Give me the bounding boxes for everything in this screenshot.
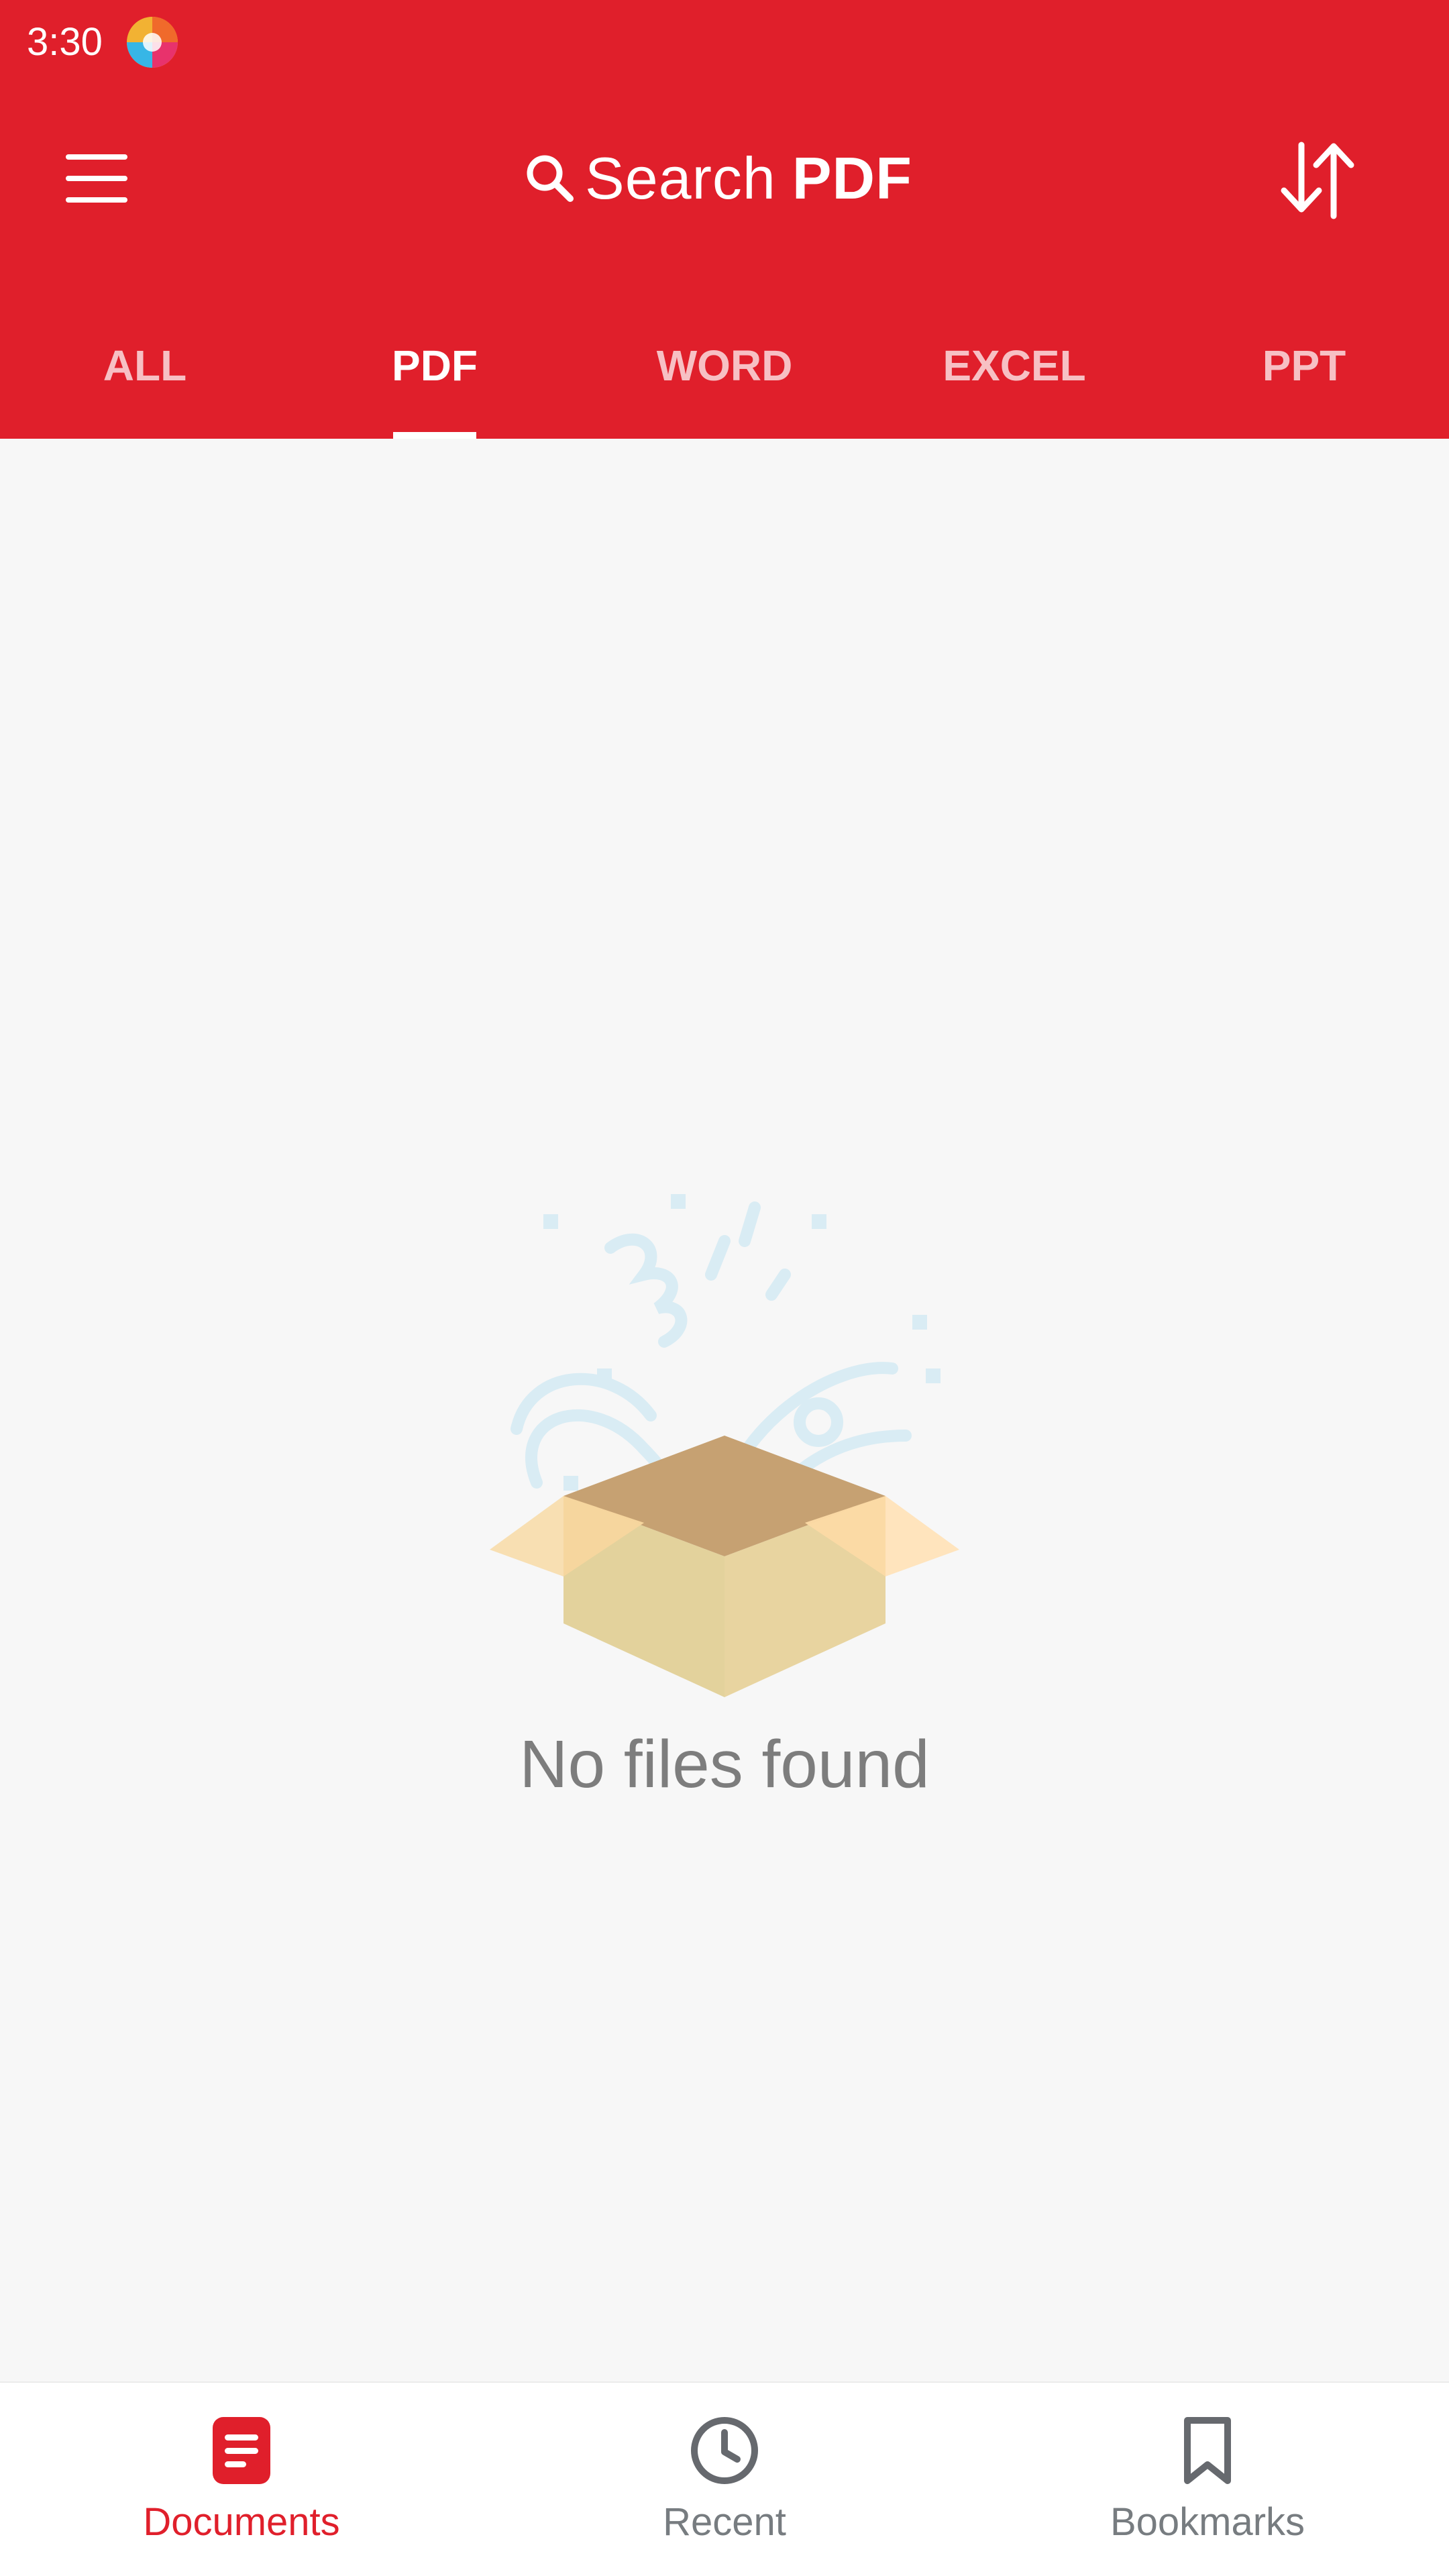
clock-icon <box>688 2414 761 2487</box>
status-time: 3:30 <box>27 20 103 64</box>
menu-button[interactable] <box>52 134 141 223</box>
tab-ppt[interactable]: PPT <box>1159 309 1449 439</box>
tab-all[interactable]: ALL <box>0 309 290 439</box>
app-logo-icon <box>127 17 178 68</box>
status-bar: 3:30 <box>0 0 1449 87</box>
nav-label-bookmarks: Bookmarks <box>1110 2500 1305 2544</box>
nav-label-recent: Recent <box>663 2500 786 2544</box>
hamburger-menu-icon <box>66 154 127 203</box>
empty-state: No files found <box>0 1194 1449 1805</box>
open-box-icon <box>490 1194 959 1697</box>
empty-message: No files found <box>519 1727 930 1802</box>
sort-button[interactable] <box>1268 130 1364 227</box>
tab-pdf[interactable]: PDF <box>290 309 580 439</box>
document-icon <box>205 2414 278 2487</box>
nav-item-bookmarks[interactable]: Bookmarks <box>966 2383 1449 2576</box>
bookmark-icon <box>1171 2414 1244 2487</box>
bottom-navigation: Documents Recent Bookmarks <box>0 2381 1449 2576</box>
nav-item-documents[interactable]: Documents <box>0 2383 483 2576</box>
sort-arrows-icon <box>1281 142 1354 219</box>
tab-label: EXCEL <box>943 341 1086 390</box>
tab-label: ALL <box>103 341 187 390</box>
app-header: 3:30 Search PDF ALL PDF WORD EXCEL PPT <box>0 0 1449 439</box>
search-type: PDF <box>792 145 912 211</box>
tab-label: PPT <box>1262 341 1346 390</box>
search-word: Search <box>585 145 776 211</box>
search-icon <box>523 152 577 205</box>
tab-label: WORD <box>656 341 793 390</box>
tab-excel[interactable]: EXCEL <box>869 309 1159 439</box>
search-label: Search PDF <box>585 145 912 212</box>
search-bar[interactable]: Search PDF <box>523 134 939 223</box>
tab-word[interactable]: WORD <box>580 309 869 439</box>
tab-label: PDF <box>392 341 478 390</box>
nav-item-recent[interactable]: Recent <box>483 2383 966 2576</box>
nav-label-documents: Documents <box>143 2500 340 2544</box>
file-type-tabs: ALL PDF WORD EXCEL PPT <box>0 309 1449 439</box>
active-tab-indicator <box>393 432 476 439</box>
app-root: 3:30 Search PDF ALL PDF WORD EXCEL PPT N… <box>0 0 1449 2576</box>
